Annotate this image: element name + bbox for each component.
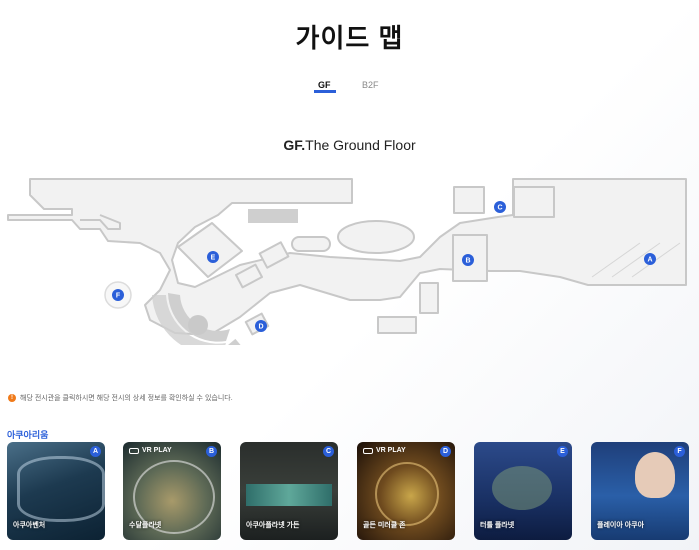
card-name: 수달플라넷 [129, 522, 162, 529]
map-room-c-annex [453, 186, 485, 214]
map-room-oval [291, 236, 331, 252]
card-badge: D [440, 446, 451, 457]
tab-gf[interactable]: GF [318, 80, 331, 90]
notice-text: 해당 전시관을 클릭하시면 해당 전시의 상세 정보를 확인하실 수 있습니다. [20, 395, 233, 402]
card-badge: A [90, 446, 101, 457]
exhibit-cards: A 아쿠아벤처 VR PLAY B 수달플라넷 C 아쿠아플라넷 가든 VR P… [7, 442, 699, 550]
card-name: 플레이아 아쿠아 [597, 522, 645, 529]
notice: ! 해당 전시관을 클릭하시면 해당 전시의 상세 정보를 확인하실 수 있습니… [8, 393, 233, 403]
tank-shape [17, 456, 105, 522]
vr-headset-icon [363, 447, 373, 454]
svg-text:D: D [258, 324, 263, 331]
map-fountain [188, 315, 208, 335]
card-aquaplanet-garden[interactable]: C 아쿠아플라넷 가든 [240, 442, 338, 540]
floor-code: GF. [283, 137, 306, 153]
card-turtle-planet[interactable]: E 터틀 플라넷 [474, 442, 572, 540]
vr-label: VR PLAY [129, 447, 172, 454]
tab-b2f[interactable]: B2F [362, 80, 379, 90]
vr-headset-icon [129, 447, 139, 454]
page-title: 가이드 맵 [295, 23, 404, 53]
octopus-shape [635, 452, 675, 498]
map-room-lower [377, 316, 417, 334]
active-tab-indicator [314, 90, 336, 93]
map-room-b-side [419, 282, 439, 314]
vr-text: VR PLAY [142, 447, 172, 454]
info-icon: ! [8, 394, 16, 402]
svg-text:F: F [116, 293, 121, 300]
map-marker-a[interactable]: A [644, 253, 656, 265]
map-marker-e[interactable]: E [207, 251, 219, 263]
floor-tabs: GF B2F [0, 80, 699, 100]
card-name: 골든 미러클 존 [363, 522, 406, 529]
map-block-gray [248, 209, 298, 223]
svg-text:A: A [647, 257, 652, 264]
floor-name: The Ground Floor [305, 137, 416, 153]
floor-map: A B C D E F [7, 178, 687, 345]
section-label: 아쿠아리움 [7, 430, 49, 440]
map-corridor [7, 178, 687, 336]
map-marker-c[interactable]: C [494, 201, 506, 213]
vr-label: VR PLAY [363, 447, 406, 454]
map-marker-d[interactable]: D [255, 320, 267, 332]
card-play-aqua[interactable]: F 플레이아 아쿠아 [591, 442, 689, 540]
card-badge: B [206, 446, 217, 457]
card-name: 아쿠아플라넷 가든 [246, 522, 300, 529]
svg-text:B: B [465, 258, 470, 265]
card-golden-miracle-zone[interactable]: VR PLAY D 골든 미러클 존 [357, 442, 455, 540]
map-room-c-right [513, 186, 555, 218]
map-pool [337, 220, 415, 254]
map-marker-f[interactable]: F [112, 289, 124, 301]
card-badge: E [557, 446, 568, 457]
card-name: 터틀 플라넷 [480, 522, 515, 529]
map-marker-b[interactable]: B [462, 254, 474, 266]
card-otter-planet[interactable]: VR PLAY B 수달플라넷 [123, 442, 221, 540]
golden-ring [375, 462, 439, 526]
floor-title: GF.The Ground Floor [0, 137, 699, 153]
svg-text:C: C [497, 205, 502, 212]
card-name: 아쿠아벤처 [13, 522, 46, 529]
tank-window [246, 484, 332, 506]
turtle-shape [492, 466, 552, 510]
card-badge: F [674, 446, 685, 457]
vr-text: VR PLAY [376, 447, 406, 454]
card-aquaventure[interactable]: A 아쿠아벤처 [7, 442, 105, 540]
svg-text:E: E [211, 255, 216, 262]
card-badge: C [323, 446, 334, 457]
